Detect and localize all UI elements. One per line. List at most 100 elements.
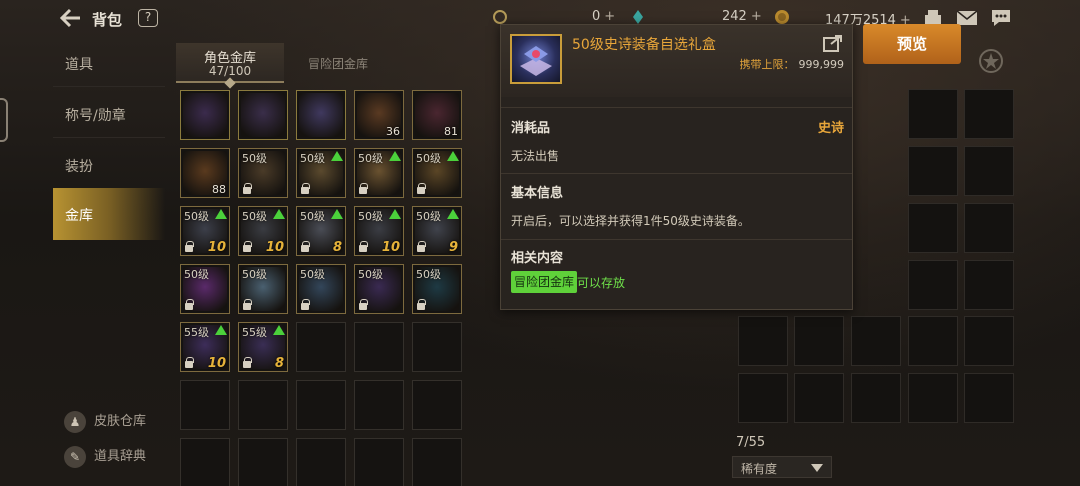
related-title: 相关内容 — [511, 251, 564, 266]
back-arrow-icon[interactable] — [60, 8, 82, 28]
inventory-item[interactable] — [180, 90, 230, 140]
currency-1[interactable]: 0 + — [592, 9, 615, 24]
enhance-level: 8 — [274, 356, 284, 371]
adventure-vault-tag[interactable]: 冒险团金库 — [511, 271, 578, 293]
lock-icon — [185, 241, 194, 252]
sidebar-item-titles[interactable]: 称号/勋章 — [65, 105, 126, 125]
enhance-level: 10 — [207, 240, 226, 255]
divider — [501, 239, 852, 240]
tab-adventure-vault[interactable]: 冒险团金库 — [308, 55, 368, 72]
lock-icon — [359, 183, 368, 194]
inventory-item[interactable]: 81 — [412, 90, 462, 140]
inventory-item[interactable]: 50级 — [412, 148, 462, 198]
lock-icon — [301, 183, 310, 194]
empty-slot — [908, 203, 958, 253]
item-level: 50级 — [416, 268, 441, 281]
chat-icon[interactable] — [990, 8, 1012, 28]
inventory-item[interactable]: 50级 10 — [238, 206, 288, 256]
empty-slot — [354, 380, 404, 430]
inventory-item[interactable]: 50级 — [296, 264, 346, 314]
upgrade-arrow-icon — [447, 151, 459, 161]
lock-icon — [185, 299, 194, 310]
crystal-icon — [633, 10, 643, 24]
item-rarity: 史诗 — [817, 121, 844, 136]
inventory-item[interactable] — [296, 90, 346, 140]
inventory-item[interactable]: 50级 — [238, 148, 288, 198]
item-level: 50级 — [358, 268, 383, 281]
item-art — [299, 93, 343, 137]
empty-slot — [908, 260, 958, 310]
empty-slot — [851, 373, 901, 423]
sidebar-item-items[interactable]: 道具 — [65, 54, 93, 74]
lock-icon — [417, 299, 426, 310]
right-vault-capacity: 7/55 — [736, 435, 766, 450]
item-level: 50级 — [358, 210, 383, 223]
inventory-item[interactable]: 36 — [354, 90, 404, 140]
inventory-item[interactable] — [238, 90, 288, 140]
sidebar-item-vault[interactable]: 金库 — [53, 188, 165, 240]
divider — [501, 107, 852, 108]
hanger-icon: ♟ — [64, 410, 86, 433]
lock-icon — [243, 357, 252, 368]
inventory-item[interactable]: 55级 10 — [180, 322, 230, 372]
empty-slot — [964, 203, 1014, 253]
upgrade-arrow-icon — [389, 151, 401, 161]
inventory-item[interactable]: 55级 8 — [238, 322, 288, 372]
item-dictionary-link[interactable]: ✎ 道具辞典 — [64, 445, 146, 468]
inventory-item[interactable]: 50级 9 — [412, 206, 462, 256]
empty-slot — [354, 438, 404, 486]
item-level: 55级 — [184, 326, 209, 339]
empty-slot — [964, 373, 1014, 423]
empty-slot — [908, 373, 958, 423]
empty-slot — [354, 322, 404, 372]
share-icon[interactable] — [823, 34, 843, 52]
empty-slot — [238, 438, 288, 486]
empty-slot — [908, 316, 958, 366]
lock-icon — [243, 299, 252, 310]
item-count: 81 — [444, 125, 458, 138]
inventory-item[interactable]: 50级 10 — [354, 206, 404, 256]
enhance-level: 10 — [207, 356, 226, 371]
enhance-level: 10 — [265, 240, 284, 255]
empty-slot — [412, 380, 462, 430]
inventory-item[interactable]: 50级 — [354, 264, 404, 314]
preview-button[interactable]: 预览 — [863, 24, 961, 64]
currency-2[interactable]: 242 + — [722, 9, 762, 24]
lock-icon — [417, 183, 426, 194]
divider — [53, 137, 165, 138]
sell-status: 无法出售 — [511, 149, 560, 163]
item-level: 50级 — [416, 210, 441, 223]
item-level: 50级 — [300, 152, 325, 165]
divider — [53, 86, 165, 87]
basic-info-title: 基本信息 — [511, 186, 564, 201]
inventory-item[interactable]: 50级 10 — [180, 206, 230, 256]
inventory-item[interactable]: 50级 8 — [296, 206, 346, 256]
lock-icon — [243, 241, 252, 252]
item-count: 36 — [386, 125, 400, 138]
inventory-item[interactable]: 50级 — [238, 264, 288, 314]
inventory-item[interactable]: 50级 — [412, 264, 462, 314]
star-icon[interactable] — [978, 48, 1004, 74]
empty-slot — [964, 260, 1014, 310]
sort-dropdown[interactable]: 稀有度 — [732, 456, 832, 478]
item-level: 50级 — [358, 152, 383, 165]
upgrade-arrow-icon — [273, 325, 285, 335]
item-art — [241, 93, 285, 137]
item-name: 50级史诗装备自选礼盒 — [572, 37, 716, 53]
sidebar-item-costume[interactable]: 装扮 — [65, 156, 93, 176]
empty-slot — [964, 146, 1014, 196]
tab-character-vault[interactable]: 角色金库 47/100 — [176, 43, 284, 89]
inventory-item[interactable]: 50级 — [354, 148, 404, 198]
coin-icon — [493, 10, 507, 24]
upgrade-arrow-icon — [389, 209, 401, 219]
inventory-item[interactable]: 50级 — [180, 264, 230, 314]
inventory-item[interactable]: 88 — [180, 148, 230, 198]
empty-slot — [964, 89, 1014, 139]
side-drawer-handle[interactable] — [0, 98, 8, 142]
skin-storage-link[interactable]: ♟ 皮肤仓库 — [64, 410, 146, 433]
inventory-item[interactable]: 50级 — [296, 148, 346, 198]
enhance-level: 10 — [381, 240, 400, 255]
chevron-down-icon — [811, 464, 823, 472]
help-icon[interactable]: ? — [138, 9, 158, 27]
upgrade-arrow-icon — [331, 151, 343, 161]
